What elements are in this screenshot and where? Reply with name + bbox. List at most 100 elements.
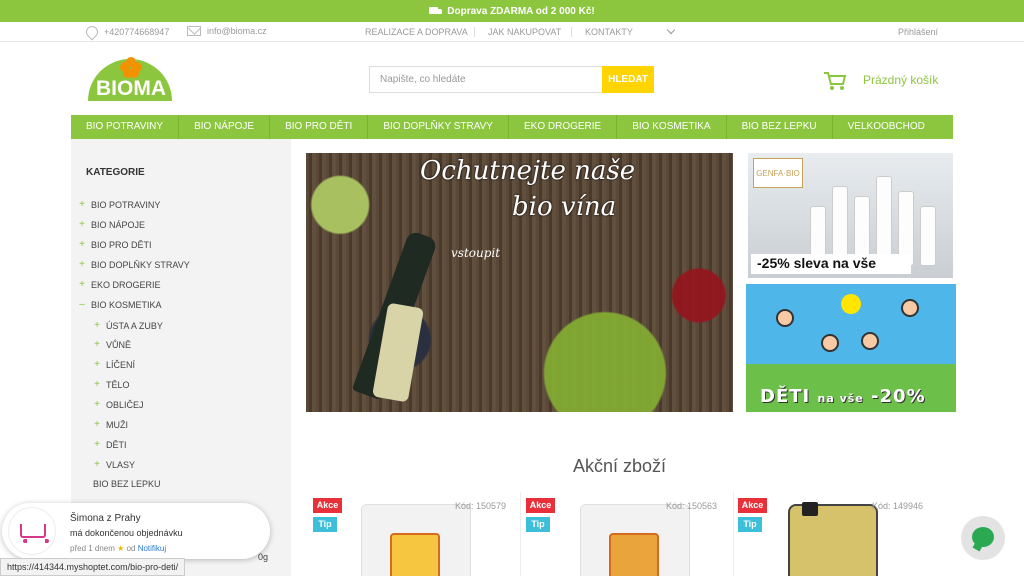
- nav-bio-kosmetika[interactable]: BIO KOSMETIKA: [617, 115, 727, 139]
- sidebar-item-eko-drogerie[interactable]: + EKO DROGERIE: [79, 279, 160, 290]
- bioma-logo[interactable]: BIOMA: [86, 55, 176, 101]
- sidebar-subitem-liceni[interactable]: + LÍČENÍ: [94, 359, 135, 370]
- flower-icon: [120, 57, 142, 79]
- product-card[interactable]: Akce Tip Kód: 150563: [526, 492, 734, 576]
- plus-icon: +: [94, 459, 100, 470]
- plus-icon: +: [79, 239, 85, 250]
- sale-badge: Akce: [526, 498, 555, 513]
- login-link[interactable]: Přihlášení: [898, 27, 938, 37]
- nav-eko-drogerie[interactable]: EKO DROGERIE: [509, 115, 618, 139]
- status-bar-url: https://414344.myshoptet.com/bio-pro-det…: [0, 558, 186, 576]
- tip-badge: Tip: [313, 517, 337, 532]
- sidebar-subitem-vune[interactable]: + VŮNĚ: [94, 339, 131, 350]
- sidebar-subitem-label: OBLIČEJ: [106, 399, 144, 410]
- section-title: Akční zboží: [573, 456, 667, 476]
- child-figure: [861, 332, 879, 350]
- nav-bio-napoje[interactable]: BIO NÁPOJE: [179, 115, 271, 139]
- sun-icon: [841, 294, 861, 314]
- sidebar-title: KATEGORIE: [86, 167, 145, 178]
- product-bottle: [876, 176, 892, 266]
- hero-subtitle: bio vína: [512, 192, 617, 222]
- free-shipping-bar: Doprava ZDARMA od 2 000 Kč!: [0, 0, 1024, 22]
- nav-bio-pro-deti[interactable]: BIO PRO DĚTI: [270, 115, 369, 139]
- sidebar-item-label: BIO POTRAVINY: [91, 199, 161, 210]
- email-contact[interactable]: info@bioma.cz: [187, 26, 267, 36]
- chat-button[interactable]: [961, 516, 1005, 560]
- product-image: [788, 502, 878, 576]
- divider: [474, 27, 475, 37]
- product-image: [361, 504, 471, 576]
- email-address: info@bioma.cz: [207, 26, 267, 36]
- sidebar-subitem-deti[interactable]: + DĚTI: [94, 439, 127, 450]
- promo-label: DĚTI na vše -20%: [760, 386, 926, 407]
- search-input[interactable]: Napište, co hledáte: [369, 66, 603, 93]
- utility-bar: +420774668947 info@bioma.cz REALIZACE A …: [0, 22, 1024, 42]
- sale-badge: Akce: [738, 498, 767, 513]
- sidebar-subitem-vlasy[interactable]: + VLASY: [94, 459, 135, 470]
- product-bottle: [920, 206, 936, 266]
- plus-icon: +: [94, 320, 100, 331]
- sidebar-item-bio-potraviny[interactable]: + BIO POTRAVINY: [79, 199, 160, 210]
- product-card[interactable]: Akce Tip Kód: 149946: [738, 492, 946, 576]
- sidebar-subitem-oblicej[interactable]: + OBLIČEJ: [94, 399, 144, 410]
- free-shipping-text: Doprava ZDARMA od 2 000 Kč!: [447, 5, 595, 17]
- phone-contact[interactable]: +420774668947: [83, 23, 169, 41]
- sidebar-item-bio-kosmetika[interactable]: – BIO KOSMETIKA: [79, 299, 162, 310]
- plus-icon: +: [79, 219, 85, 230]
- sidebar-subitem-usta-a-zuby[interactable]: + ÚSTA A ZUBY: [94, 320, 163, 331]
- tip-badge: Tip: [738, 517, 762, 532]
- cart-icon[interactable]: [823, 71, 847, 91]
- star-icon: ★: [117, 544, 125, 553]
- sidebar-item-bio-napoje[interactable]: + BIO NÁPOJE: [79, 219, 145, 230]
- order-notification[interactable]: Šimona z Prahy má dokončenou objednávku …: [2, 503, 270, 559]
- hero-cta[interactable]: vstoupit: [451, 246, 500, 260]
- sidebar-subitem-muzi[interactable]: + MUŽI: [94, 419, 128, 430]
- sale-badge: Akce: [313, 498, 342, 513]
- minus-icon: –: [79, 299, 85, 310]
- plus-icon: +: [79, 199, 85, 210]
- plus-icon: +: [94, 359, 100, 370]
- sidebar-item-bio-doplnky[interactable]: + BIO DOPLŇKY STRAVY: [79, 259, 190, 270]
- sidebar-subitem-label: LÍČENÍ: [106, 359, 136, 370]
- product-card[interactable]: Akce Tip Kód: 150579: [313, 492, 521, 576]
- sidebar-item-bio-pro-deti[interactable]: + BIO PRO DĚTI: [79, 239, 152, 250]
- plus-icon: +: [79, 279, 85, 290]
- tip-badge: Tip: [526, 517, 550, 532]
- nav-kontakty[interactable]: KONTAKTY: [585, 27, 633, 37]
- sidebar-subitem-label: VLASY: [106, 459, 136, 470]
- nav-jak-nakupovat[interactable]: JAK NAKUPOVAT: [488, 27, 561, 37]
- promo-banner-kids[interactable]: DĚTI na vše -20%: [746, 284, 956, 412]
- sidebar-item-label: BIO NÁPOJE: [91, 219, 146, 230]
- cart-label[interactable]: Prázdný košík: [863, 73, 938, 87]
- plus-icon: +: [94, 419, 100, 430]
- brand-badge: GENFA·BIO: [753, 158, 803, 188]
- chevron-down-icon[interactable]: [666, 25, 676, 35]
- sidebar-subitem-label: TĚLO: [106, 379, 130, 390]
- search-button[interactable]: HLEDAT: [602, 66, 654, 93]
- promo-banner-cosmetics[interactable]: GENFA·BIO -25% sleva na vše: [748, 153, 953, 278]
- nav-bio-potraviny[interactable]: BIO POTRAVINY: [71, 115, 180, 139]
- plus-icon: +: [79, 259, 85, 270]
- sidebar-subitem-telo[interactable]: + TĚLO: [94, 379, 130, 390]
- nav-realizace[interactable]: REALIZACE A DOPRAVA: [365, 27, 468, 37]
- product-code: Kód: 149946: [872, 501, 924, 511]
- plus-icon: +: [94, 399, 100, 410]
- sidebar-item-label: BIO BEZ LEPKU: [93, 479, 161, 489]
- sidebar-item-label: BIO KOSMETIKA: [91, 299, 162, 310]
- notification-name: Šimona z Prahy: [70, 513, 141, 524]
- product-label-image: [609, 533, 659, 576]
- truck-icon: [429, 6, 443, 16]
- sidebar-item-label: BIO PRO DĚTI: [91, 239, 152, 250]
- sidebar-item-bio-bez-lepku[interactable]: BIO BEZ LEPKU: [93, 479, 161, 489]
- nav-velkoobchod[interactable]: VELKOOBCHOD: [833, 115, 940, 139]
- notifikuj-link[interactable]: Notifikuj: [138, 544, 166, 553]
- promo-label: -25% sleva na vše: [751, 254, 911, 274]
- hero-title: Ochutnejte naše: [420, 156, 636, 186]
- child-figure: [901, 299, 919, 317]
- main-navigation: BIO POTRAVINY BIO NÁPOJE BIO PRO DĚTI BI…: [71, 115, 953, 139]
- nav-bio-doplnky-stravy[interactable]: BIO DOPLŇKY STRAVY: [368, 115, 509, 139]
- sidebar-subitem-label: VŮNĚ: [106, 339, 132, 350]
- divider: [571, 27, 572, 37]
- sidebar-subitem-label: DĚTI: [106, 439, 127, 450]
- nav-bio-bez-lepku[interactable]: BIO BEZ LEPKU: [727, 115, 833, 139]
